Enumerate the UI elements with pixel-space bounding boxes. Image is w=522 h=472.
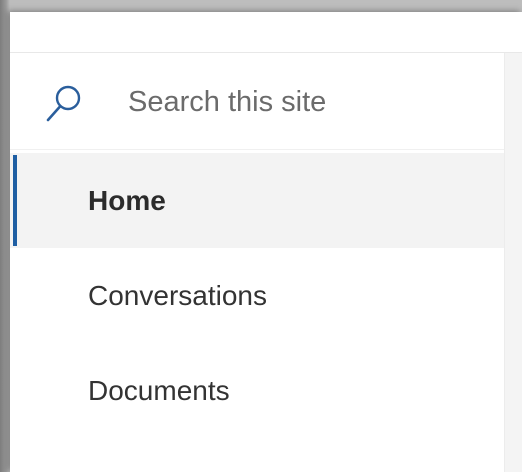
left-navigation-panel: Home Conversations Documents	[10, 53, 504, 472]
nav-item-label: Home	[88, 184, 166, 216]
top-bar	[10, 12, 522, 53]
search-icon[interactable]	[44, 83, 84, 125]
content-area-edge	[504, 53, 522, 472]
search-box[interactable]	[10, 53, 504, 150]
nav-list: Home Conversations Documents	[10, 153, 504, 438]
nav-item-label: Documents	[88, 374, 230, 406]
nav-item-label: Conversations	[88, 279, 267, 311]
nav-item-conversations[interactable]: Conversations	[10, 248, 504, 343]
nav-item-home[interactable]: Home	[10, 153, 504, 248]
search-input[interactable]	[128, 81, 468, 123]
site-navigation-window: Home Conversations Documents	[10, 12, 522, 472]
nav-item-documents[interactable]: Documents	[10, 343, 504, 438]
